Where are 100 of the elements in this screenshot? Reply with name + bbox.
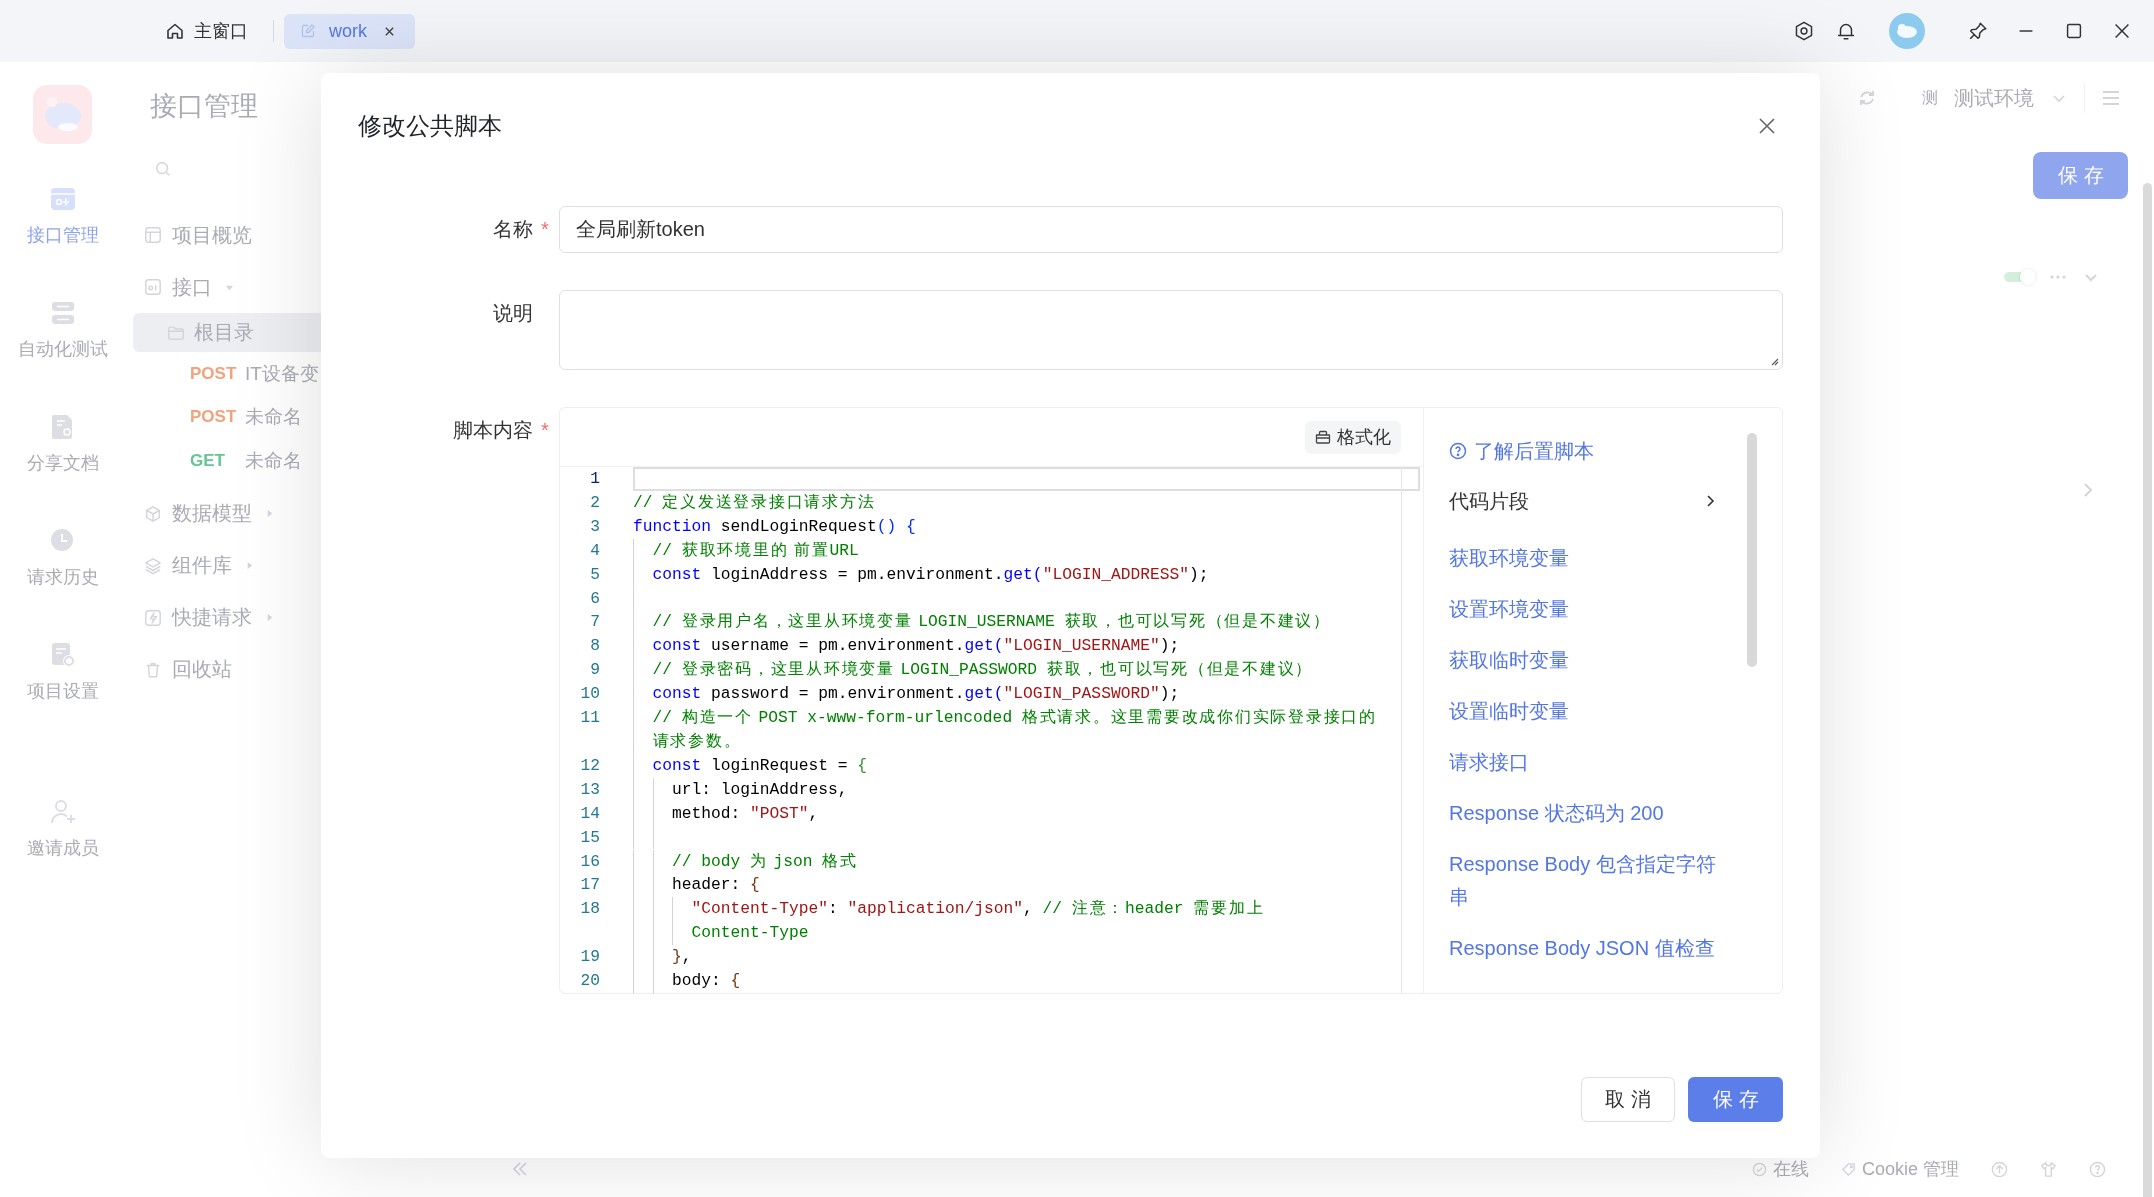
window-tab[interactable]: work <box>284 13 415 49</box>
line-number: 18 <box>579 898 600 921</box>
tree-item[interactable]: 项目概览 <box>125 209 330 261</box>
rail-item[interactable]: 请求历史 <box>26 527 99 588</box>
double-chevron-left-icon[interactable] <box>511 1161 529 1177</box>
code-line: const password = pm.environment.get("LOGIN_PASSWORD"); <box>652 683 1180 706</box>
field-label: 脚本内容 <box>453 419 533 441</box>
pin-icon[interactable] <box>1967 20 1989 42</box>
snippet-link[interactable]: Response Body 包含指定字符串 <box>1449 847 1724 914</box>
toolbox-icon <box>1315 429 1331 445</box>
snippet-link[interactable]: 获取环境变量 <box>1449 541 1569 575</box>
http-method-label: GET <box>190 450 226 471</box>
status-item[interactable]: Cookie 管理 <box>1840 1157 1959 1181</box>
help-icon[interactable] <box>2089 1160 2106 1178</box>
rail-item[interactable]: 邀请成员 <box>26 798 99 859</box>
section-header[interactable]: 代码片段 <box>1449 486 1717 516</box>
tree-item[interactable]: 数据模型 <box>125 487 330 540</box>
http-method-label: POST <box>190 363 238 384</box>
help-link[interactable]: 了解后置脚本 <box>1449 436 1594 466</box>
search-icon[interactable] <box>154 160 172 178</box>
http-method-label: POST <box>190 407 238 428</box>
line-number: 14 <box>579 802 600 825</box>
tag-icon <box>1840 1161 1856 1177</box>
resize-handle-icon[interactable] <box>1769 356 1779 366</box>
snippet-link[interactable]: 设置环境变量 <box>1449 592 1569 626</box>
code-line: const username = pm.environment.get("LOGIN_USERNAME"); <box>652 635 1180 658</box>
refresh-icon[interactable] <box>1857 88 1877 108</box>
layers-icon <box>144 556 162 575</box>
edit-icon <box>300 23 316 39</box>
rail-item[interactable]: 自动化测试 <box>17 299 108 360</box>
textarea-field[interactable] <box>559 290 1783 370</box>
scrollbar-thumb[interactable] <box>1747 433 1757 667</box>
more-icon[interactable] <box>2050 275 2066 279</box>
rail-item[interactable]: 项目设置 <box>26 641 99 702</box>
code-line: const loginRequest = { <box>652 754 868 777</box>
scrollbar-thumb[interactable] <box>2143 183 2152 1197</box>
line-number: 15 <box>579 826 600 849</box>
line-number: 16 <box>579 850 600 873</box>
panel-icon <box>48 185 77 213</box>
environment-select[interactable]: 测试环境 <box>1954 84 2066 112</box>
line-number: 12 <box>579 754 600 777</box>
format-button[interactable]: 格式化 <box>1305 420 1401 454</box>
tree-item[interactable]: 回收站 <box>125 643 330 696</box>
caret-right-icon[interactable] <box>265 613 274 622</box>
arrow-up-circle-icon[interactable] <box>1991 1160 2008 1178</box>
cancel-button[interactable]: 取消 <box>1581 1077 1675 1122</box>
snippet-link[interactable]: 获取临时变量 <box>1449 643 1569 677</box>
line-number: 8 <box>589 635 600 658</box>
cube-icon <box>144 504 162 523</box>
text-input[interactable]: 全局刷新token <box>559 206 1783 253</box>
save-button[interactable]: 保存 <box>1688 1077 1783 1122</box>
code-line: // 登录用户名，这里从环境变量 LOGIN_USERNAME 获取，也可以写死（但是不建议） <box>652 611 1331 634</box>
avatar-icon[interactable] <box>1889 13 1925 49</box>
rail-item[interactable]: 接口管理 <box>26 185 99 246</box>
caret-right-icon[interactable] <box>265 509 274 518</box>
check-circle-icon <box>1751 1161 1767 1177</box>
code-line: header: { <box>672 874 760 897</box>
help-icon <box>1449 442 1467 460</box>
line-number: 17 <box>579 874 600 897</box>
code-line: // 构造一个 POST x-www-form-urlencoded 格式请求。这里需要改成你们实际登录接口的请求参数。 <box>652 707 1378 752</box>
line-number: 7 <box>589 611 600 634</box>
code-line: function sendLoginRequest() { <box>633 515 916 538</box>
code-line: const loginAddress = pm.environment.get("LOGIN_ADDRESS"); <box>652 563 1209 586</box>
code-line: // 获取环境里的 前置URL <box>652 539 859 562</box>
tree-item[interactable]: 快捷请求 <box>125 591 330 644</box>
window-tab[interactable]: 主窗口 <box>165 13 248 49</box>
line-number: 6 <box>589 587 600 610</box>
required-mark: * <box>541 419 549 441</box>
panel-title: 接口管理 <box>150 90 259 123</box>
caret-right-icon[interactable] <box>245 561 254 570</box>
line-number: 11 <box>579 707 600 730</box>
tree-item[interactable]: 接口 <box>125 261 330 313</box>
field-label: 说明 <box>493 302 533 324</box>
menu-icon[interactable] <box>2101 88 2121 108</box>
settings-icon[interactable] <box>1793 20 1815 42</box>
lightning-icon <box>144 608 162 627</box>
line-number: 4 <box>589 539 600 562</box>
snippet-link[interactable]: 设置临时变量 <box>1449 694 1569 728</box>
folder-icon <box>167 323 185 342</box>
close-icon[interactable] <box>384 25 395 37</box>
trash-icon <box>144 660 162 679</box>
snippet-link[interactable]: Response 状态码为 200 <box>1449 796 1664 830</box>
save-button[interactable]: 保存 <box>2033 152 2128 199</box>
snippet-link[interactable]: 请求接口 <box>1449 745 1529 779</box>
snippet-link[interactable]: Response Body JSON 值检查 <box>1449 931 1715 965</box>
code-line: // body 为 json 格式 <box>672 850 858 873</box>
add-user-icon <box>48 798 77 826</box>
toggle-switch[interactable] <box>2004 269 2036 285</box>
chevron-right-icon[interactable] <box>2083 482 2093 498</box>
close-icon[interactable] <box>1757 116 1777 136</box>
line-number: 10 <box>579 683 600 706</box>
rail-item[interactable]: 分享文档 <box>26 413 99 474</box>
shirt-icon[interactable] <box>2040 1160 2057 1178</box>
line-number: 13 <box>579 778 600 801</box>
required-mark: * <box>541 218 549 240</box>
tree-item[interactable]: 组件库 <box>125 539 330 592</box>
status-item[interactable]: 在线 <box>1751 1157 1809 1181</box>
home-icon <box>165 21 185 41</box>
code-line: "Content-Type": "application/json", // 注意：header 需要加上 Content-Type <box>691 898 1266 945</box>
app-logo-icon <box>33 85 92 144</box>
